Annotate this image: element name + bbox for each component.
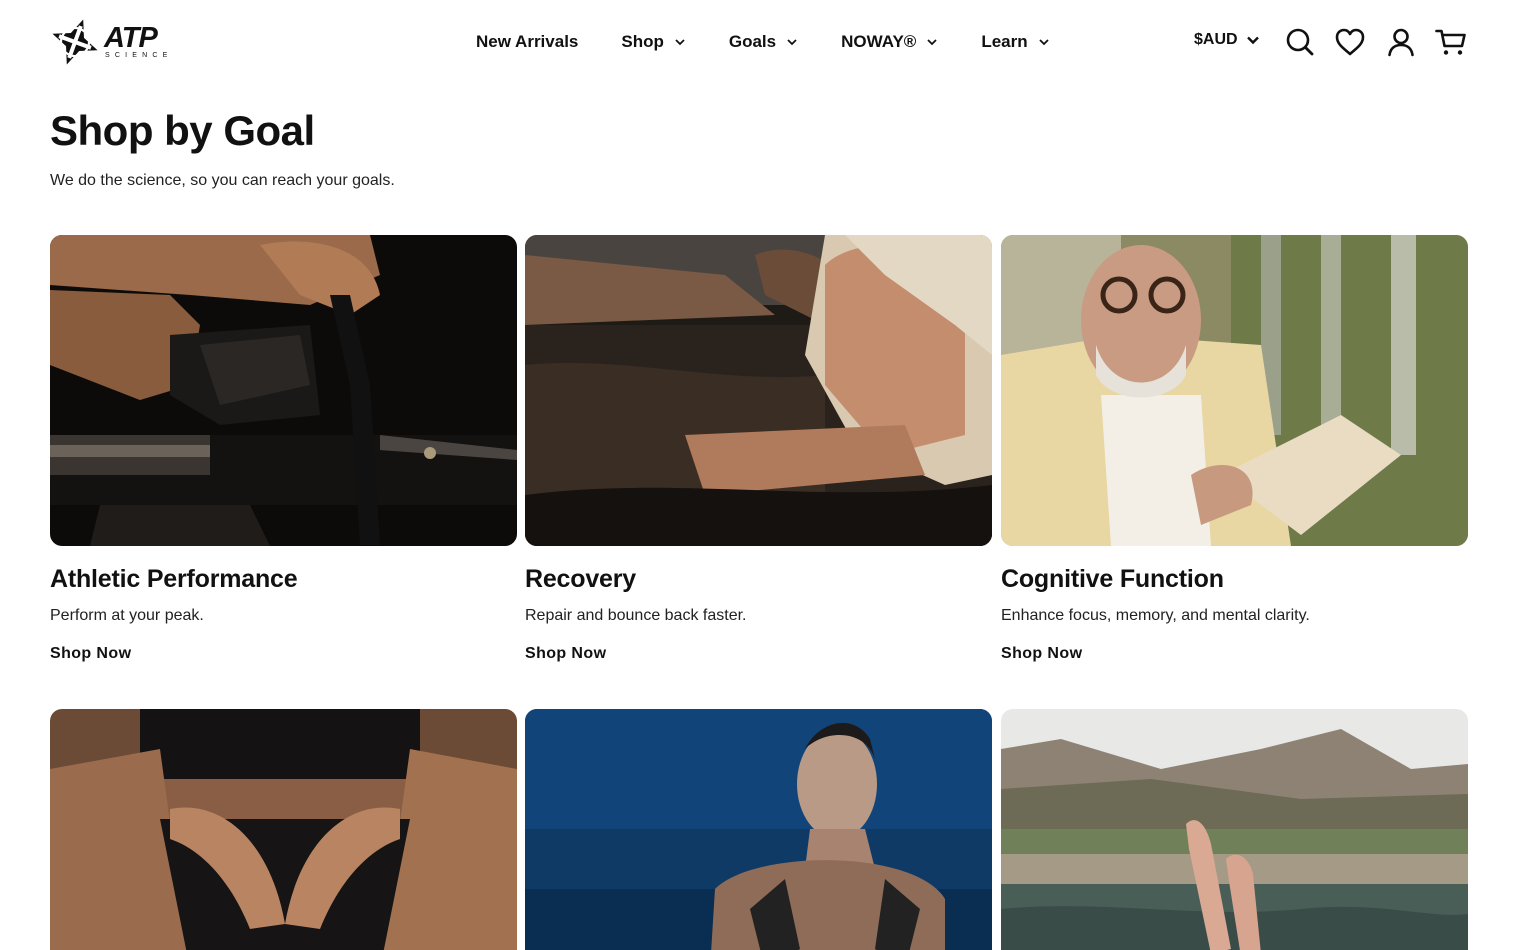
goal-card-title: Athletic Performance xyxy=(50,565,298,593)
goal-card-recovery[interactable]: Recovery Repair and bounce back faster. … xyxy=(525,235,992,664)
nav-item-shop[interactable]: Shop xyxy=(621,32,686,52)
shop-now-link[interactable]: Shop Now xyxy=(1001,644,1082,664)
feet-in-pool-mountains-photo[interactable] xyxy=(1001,709,1468,950)
account-button[interactable] xyxy=(1385,26,1417,58)
logo-wordmark: ATP SCIENCE xyxy=(104,24,173,60)
wishlist-button[interactable] xyxy=(1334,26,1366,58)
goal-card-description: Repair and bounce back faster. xyxy=(525,607,747,624)
man-reading-photo[interactable] xyxy=(1001,235,1468,546)
brand-logo[interactable]: ATP SCIENCE xyxy=(50,16,190,68)
goal-card-5[interactable] xyxy=(525,709,992,950)
chevron-down-icon xyxy=(1246,36,1259,45)
search-icon xyxy=(1286,28,1314,56)
goal-card-cognitive-function[interactable]: Cognitive Function Enhance focus, memory… xyxy=(1001,235,1468,664)
nav-item-label: New Arrivals xyxy=(476,32,579,51)
page-subtitle: We do the science, so you can reach your… xyxy=(50,172,395,189)
nav-item-new-arrivals[interactable]: New Arrivals xyxy=(476,32,578,52)
main-nav: New Arrivals Shop Goals NOWAY® Learn xyxy=(476,30,1050,54)
chevron-down-icon xyxy=(1038,39,1049,46)
logo-main-text: ATP xyxy=(104,22,158,54)
account-icon xyxy=(1388,28,1414,57)
goal-card-title: Cognitive Function xyxy=(1001,565,1224,593)
hands-on-abdomen-photo[interactable] xyxy=(50,709,517,950)
goal-card-athletic-performance[interactable]: Athletic Performance Perform at your pea… xyxy=(50,235,517,664)
nav-item-label: Goals xyxy=(728,32,777,51)
currency-label: $AUD xyxy=(1194,31,1238,48)
goal-card-title: Recovery xyxy=(525,565,636,593)
nav-item-noway[interactable]: NOWAY® xyxy=(841,32,938,52)
shop-now-link[interactable]: Shop Now xyxy=(525,644,606,664)
cold-plunge-photo[interactable] xyxy=(525,235,992,546)
goal-card-4[interactable] xyxy=(50,709,517,950)
nav-item-label: Learn xyxy=(981,32,1028,51)
underwater-swimmer-photo[interactable] xyxy=(525,709,992,950)
shop-now-link[interactable]: Shop Now xyxy=(50,644,131,664)
nav-item-label: NOWAY® xyxy=(841,32,917,51)
chevron-down-icon xyxy=(927,39,937,46)
goal-card-description: Perform at your peak. xyxy=(50,607,204,624)
site-header: ATP SCIENCE New Arrivals Shop Goals NOWA… xyxy=(0,0,1518,84)
goal-card-6[interactable] xyxy=(1001,709,1468,950)
nav-item-learn[interactable]: Learn xyxy=(981,32,1049,52)
heart-icon xyxy=(1335,28,1365,56)
nav-item-goals[interactable]: Goals xyxy=(729,32,798,52)
currency-selector[interactable]: $AUD xyxy=(1194,31,1260,49)
rowing-machine-photo[interactable] xyxy=(50,235,517,546)
goal-card-description: Enhance focus, memory, and mental clarit… xyxy=(1001,607,1310,624)
cart-icon xyxy=(1435,29,1466,55)
nav-item-label: Shop xyxy=(621,32,664,51)
chevron-down-icon xyxy=(675,39,685,46)
search-button[interactable] xyxy=(1284,26,1316,58)
logo-mark-icon xyxy=(52,19,98,65)
chevron-down-icon xyxy=(787,39,797,46)
cart-button[interactable] xyxy=(1435,26,1467,58)
logo-sub-text: SCIENCE xyxy=(105,52,173,59)
page-title: Shop by Goal xyxy=(50,107,315,154)
